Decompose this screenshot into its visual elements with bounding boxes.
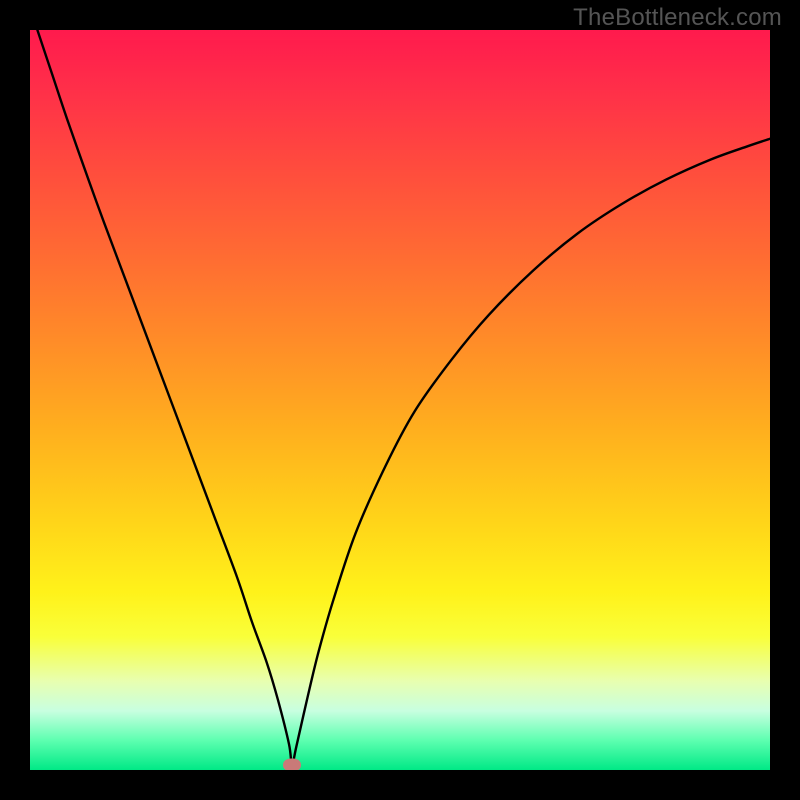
curve-layer <box>30 30 770 770</box>
chart-frame: TheBottleneck.com <box>0 0 800 800</box>
watermark-text: TheBottleneck.com <box>573 4 782 32</box>
optimal-marker <box>283 759 301 771</box>
bottleneck-curve <box>37 30 770 765</box>
plot-area <box>30 30 770 770</box>
